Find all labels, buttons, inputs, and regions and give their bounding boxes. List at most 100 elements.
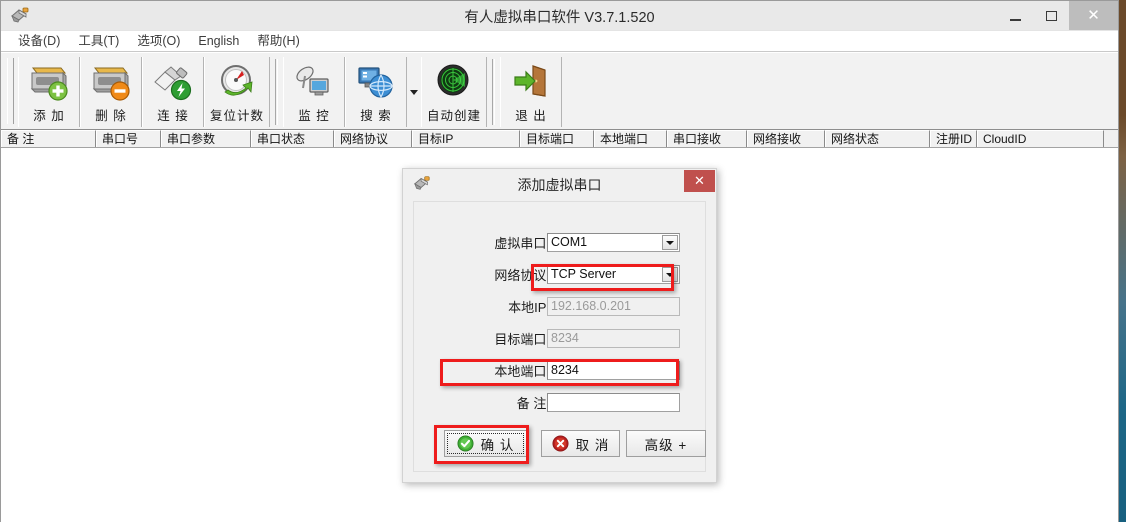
network-protocol-value: TCP Server bbox=[551, 267, 617, 281]
column-header-target-port[interactable]: 目标端口 bbox=[520, 130, 594, 147]
dialog-body: 虚拟串口: COM1 网络协议: TCP Server 本地IP: 192.16… bbox=[413, 201, 706, 472]
chevron-down-icon bbox=[410, 89, 418, 95]
exit-icon bbox=[509, 60, 553, 104]
chevron-down-icon bbox=[666, 240, 674, 245]
reset-counter-icon bbox=[215, 60, 259, 104]
local-port-value: 8234 bbox=[551, 363, 579, 377]
column-header-port-number[interactable]: 串口号 bbox=[96, 130, 161, 147]
close-button[interactable]: ✕ bbox=[1069, 1, 1118, 30]
toolbar-separator-1 bbox=[275, 59, 278, 125]
remote-port-value: 8234 bbox=[551, 331, 579, 345]
virtual-port-value: COM1 bbox=[551, 235, 588, 249]
toolbar-button-delete[interactable]: 删 除 bbox=[80, 57, 142, 127]
form-row-local-ip: 本地IP: 192.168.0.201 bbox=[414, 297, 705, 321]
auto-create-icon bbox=[432, 60, 476, 104]
menu-english[interactable]: English bbox=[189, 32, 248, 51]
form-row-virtual-port: 虚拟串口: COM1 bbox=[414, 233, 705, 257]
minimize-icon bbox=[1009, 18, 1021, 21]
screen: 有人虚拟串口软件 V3.7.1.520 ✕ 设备(D) 工具(T) 选项(O) … bbox=[0, 0, 1126, 522]
toolbar-button-connect[interactable]: 连 接 bbox=[142, 57, 204, 127]
virtual-port-select[interactable]: COM1 bbox=[547, 233, 680, 252]
window-title: 有人虚拟串口软件 V3.7.1.520 bbox=[464, 10, 655, 26]
toolbar-label-monitor: 监 控 bbox=[298, 109, 330, 123]
menu-device[interactable]: 设备(D) bbox=[9, 32, 69, 51]
confirm-button[interactable]: 确 认 bbox=[444, 430, 527, 457]
toolbar-label-exit: 退 出 bbox=[515, 109, 547, 123]
toolbar-button-search[interactable]: 搜 索 bbox=[345, 57, 407, 127]
label-local-port: 本地端口: bbox=[494, 364, 550, 379]
add-virtual-port-dialog: 添加虚拟串口 ✕ 虚拟串口: COM1 网络协议: TCP Server 本地I… bbox=[402, 168, 717, 483]
cancel-button[interactable]: 取 消 bbox=[541, 430, 620, 457]
toolbar-button-auto-create[interactable]: 自动创建 bbox=[421, 57, 487, 127]
maximize-button[interactable] bbox=[1033, 1, 1069, 30]
close-icon: ✕ bbox=[1087, 6, 1100, 24]
column-header-net-rx[interactable]: 网络接收 bbox=[747, 130, 825, 147]
network-protocol-dropdown-button[interactable] bbox=[662, 267, 678, 282]
desktop-background-right bbox=[1119, 0, 1126, 522]
virtual-port-dropdown-button[interactable] bbox=[662, 235, 678, 250]
toolbar-grip[interactable] bbox=[7, 58, 14, 124]
cancel-button-label: 取 消 bbox=[575, 437, 610, 453]
toolbar-label-connect: 连 接 bbox=[157, 109, 189, 123]
column-header-port-status[interactable]: 串口状态 bbox=[251, 130, 334, 147]
column-header-net-protocol[interactable]: 网络协议 bbox=[334, 130, 412, 147]
column-header-local-port[interactable]: 本地端口 bbox=[594, 130, 667, 147]
form-row-remark: 备 注: bbox=[414, 393, 705, 417]
label-local-ip: 本地IP: bbox=[508, 300, 550, 315]
toolbar-label-delete: 删 除 bbox=[95, 109, 127, 123]
toolbar-label-add: 添 加 bbox=[33, 109, 65, 123]
column-header-port-params[interactable]: 串口参数 bbox=[161, 130, 251, 147]
advanced-button[interactable]: 高级 + bbox=[626, 430, 706, 457]
toolbar: 添 加 删 除 连 接 复位计数 监 控 搜 索 自动创建 退 出 bbox=[1, 52, 1118, 130]
column-header-cloud-id[interactable]: CloudID bbox=[977, 130, 1104, 147]
label-remark: 备 注: bbox=[516, 396, 550, 411]
remark-field[interactable] bbox=[547, 393, 680, 412]
toolbar-button-add[interactable]: 添 加 bbox=[18, 57, 80, 127]
toolbar-label-reset-counter: 复位计数 bbox=[209, 109, 264, 123]
search-network-icon bbox=[354, 60, 398, 104]
local-ip-field: 192.168.0.201 bbox=[547, 297, 680, 316]
search-dropdown-button[interactable] bbox=[407, 55, 421, 129]
menu-help[interactable]: 帮助(H) bbox=[248, 32, 308, 51]
form-row-local-port: 本地端口: 8234 bbox=[414, 361, 705, 385]
toolbar-separator-2 bbox=[492, 59, 495, 125]
local-port-field[interactable]: 8234 bbox=[547, 361, 680, 380]
dialog-close-button[interactable]: ✕ bbox=[684, 170, 715, 192]
toolbar-button-exit[interactable]: 退 出 bbox=[500, 57, 562, 127]
form-row-remote-port: 目标端口: 8234 bbox=[414, 329, 705, 353]
monitor-icon bbox=[292, 60, 336, 104]
column-header-target-ip[interactable]: 目标IP bbox=[412, 130, 520, 147]
column-header-net-status[interactable]: 网络状态 bbox=[825, 130, 930, 147]
toolbar-button-reset-counter[interactable]: 复位计数 bbox=[204, 57, 270, 127]
column-header-register-id[interactable]: 注册ID bbox=[930, 130, 977, 147]
form-row-network-protocol: 网络协议: TCP Server bbox=[414, 265, 705, 289]
label-remote-port: 目标端口: bbox=[494, 332, 550, 347]
list-header: 备 注 串口号 串口参数 串口状态 网络协议 目标IP 目标端口 本地端口 串口… bbox=[1, 130, 1118, 148]
delete-port-icon bbox=[89, 60, 133, 104]
window-controls: ✕ bbox=[997, 1, 1118, 30]
network-protocol-select[interactable]: TCP Server bbox=[547, 265, 680, 284]
add-port-icon bbox=[27, 60, 71, 104]
advanced-button-label: 高级 + bbox=[644, 437, 688, 453]
label-virtual-port: 虚拟串口: bbox=[494, 236, 550, 251]
remote-port-field: 8234 bbox=[547, 329, 680, 348]
chevron-down-icon bbox=[666, 272, 674, 277]
toolbar-button-monitor[interactable]: 监 控 bbox=[283, 57, 345, 127]
menu-tools[interactable]: 工具(T) bbox=[69, 32, 128, 51]
focus-ring bbox=[447, 433, 524, 454]
maximize-icon bbox=[1045, 10, 1057, 21]
column-header-serial-rx[interactable]: 串口接收 bbox=[667, 130, 747, 147]
minimize-button[interactable] bbox=[997, 1, 1033, 30]
connect-icon bbox=[151, 60, 195, 104]
toolbar-label-auto-create: 自动创建 bbox=[426, 109, 481, 123]
toolbar-label-search: 搜 索 bbox=[360, 109, 392, 123]
local-ip-value: 192.168.0.201 bbox=[551, 299, 631, 313]
label-network-protocol: 网络协议: bbox=[494, 268, 550, 283]
menu-options[interactable]: 选项(O) bbox=[128, 32, 189, 51]
column-header-remark[interactable]: 备 注 bbox=[1, 130, 96, 147]
close-icon: ✕ bbox=[694, 173, 705, 189]
menu-bar: 设备(D) 工具(T) 选项(O) English 帮助(H) bbox=[1, 31, 1118, 52]
dialog-title-bar: 添加虚拟串口 ✕ bbox=[403, 169, 716, 199]
title-bar: 有人虚拟串口软件 V3.7.1.520 ✕ bbox=[1, 1, 1118, 31]
dialog-title: 添加虚拟串口 bbox=[517, 177, 602, 193]
